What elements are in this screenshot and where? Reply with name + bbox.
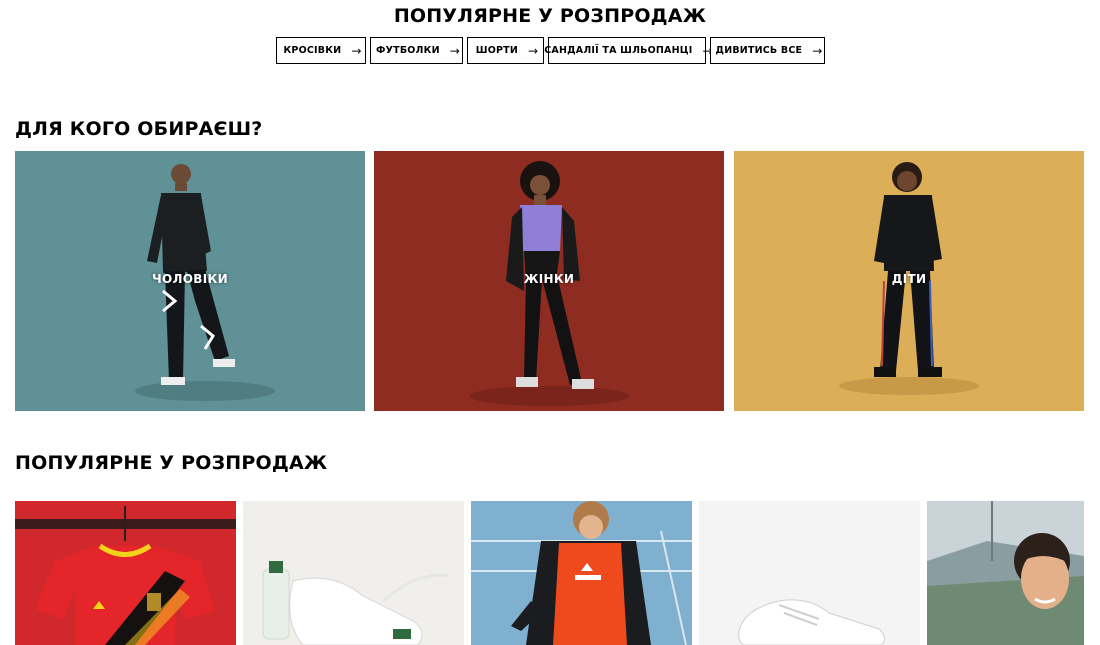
sneakers-link-button[interactable]: КРОСІВКИ → — [275, 37, 366, 64]
pill-label: ШОРТИ — [475, 45, 518, 56]
category-label-women: ЖІНКИ — [523, 272, 575, 286]
view-all-link-button[interactable]: ДИВИТИСЬ ВСЕ → — [709, 37, 825, 64]
page: ПОПУЛЯРНЕ У РОЗПРОДАЖ КРОСІВКИ → ФУТБОЛК… — [0, 0, 1100, 645]
pill-label: САНДАЛІЇ ТА ШЛЬОПАНЦІ — [544, 45, 693, 56]
sale-promo-title: ПОПУЛЯРНЕ У РОЗПРОДАЖ — [393, 5, 707, 27]
white-sneaker-product-image — [243, 501, 464, 645]
category-section-title: ДЛЯ КОГО ОБИРАЄШ? — [15, 118, 263, 140]
tshirts-link-button[interactable]: ФУТБОЛКИ → — [369, 37, 463, 64]
arrow-right-icon: → — [351, 43, 362, 58]
category-card-women[interactable]: ЖІНКИ — [374, 151, 724, 411]
product-card[interactable] — [699, 501, 920, 645]
pill-label: ФУТБОЛКИ — [376, 45, 440, 56]
woman-stadium-product-image — [927, 501, 1084, 645]
pill-label: КРОСІВКИ — [283, 45, 342, 56]
product-card[interactable] — [927, 501, 1084, 645]
red-jersey-product-image — [15, 501, 236, 645]
arrow-right-icon: → — [449, 43, 461, 58]
category-label-kids: ДІТИ — [891, 272, 927, 286]
product-card[interactable] — [471, 501, 692, 645]
kid-orange-shirt-product-image — [471, 501, 692, 645]
white-sneaker-2-product-image — [699, 501, 920, 645]
product-card[interactable] — [243, 501, 464, 645]
pill-label: ДИВИТИСЬ ВСЕ — [715, 45, 803, 56]
arrow-right-icon: → — [527, 43, 539, 58]
shorts-link-button[interactable]: ШОРТИ → — [466, 37, 544, 64]
sandals-slides-link-button[interactable]: САНДАЛІЇ ТА ШЛЬОПАНЦІ → — [544, 37, 713, 64]
category-label-men: ЧОЛОВІКИ — [152, 272, 228, 286]
product-card[interactable] — [15, 501, 236, 645]
sale-quick-links: КРОСІВКИ → ФУТБОЛКИ → ШОРТИ → САНДАЛІЇ Т… — [0, 37, 1100, 64]
category-card-men[interactable]: ЧОЛОВІКИ — [15, 151, 365, 411]
sale-section-title: ПОПУЛЯРНЕ У РОЗПРОДАЖ — [15, 452, 328, 474]
arrow-right-icon: → — [812, 43, 823, 58]
category-card-kids[interactable]: ДІТИ — [734, 151, 1084, 411]
